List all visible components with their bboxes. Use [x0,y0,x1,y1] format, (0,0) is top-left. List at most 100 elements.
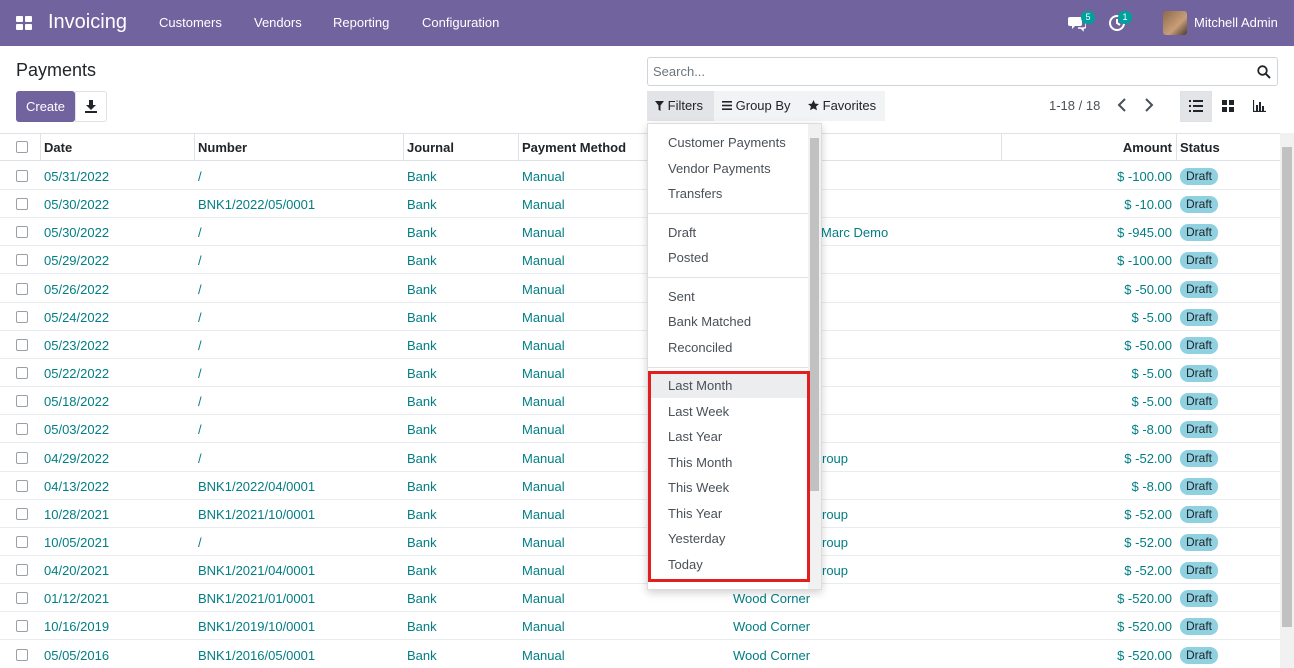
row-date[interactable]: 01/12/2021 [44,591,109,606]
row-number[interactable]: BNK1/2019/10/0001 [198,619,315,634]
table-row[interactable]: 05/05/2016 BNK1/2016/05/0001 Bank Manual Woo… [0,641,1280,668]
groupby-button[interactable]: Group By [714,91,800,121]
favorites-button[interactable]: Favorites [800,91,885,121]
row-journal[interactable]: Bank [407,282,437,297]
row-number[interactable]: / [198,422,202,437]
row-number[interactable]: BNK1/2021/01/0001 [198,591,315,606]
header-payment-method[interactable]: Payment Method [522,140,626,155]
row-amount[interactable]: $ -5.00 [1132,366,1172,381]
row-journal[interactable]: Bank [407,563,437,578]
row-checkbox[interactable] [16,507,28,520]
user-name[interactable]: Mitchell Admin [1194,15,1278,30]
row-payment-method[interactable]: Manual [522,619,565,634]
header-status[interactable]: Status [1180,140,1220,155]
row-date[interactable]: 04/20/2021 [44,563,109,578]
row-checkbox[interactable] [16,367,28,380]
row-partner[interactable]: Wood Corner [733,591,810,606]
row-date[interactable]: 05/30/2022 [44,197,109,212]
row-date[interactable]: 05/23/2022 [44,338,109,353]
row-date[interactable]: 05/29/2022 [44,253,109,268]
select-all-checkbox[interactable] [16,141,28,153]
row-amount[interactable]: $ -520.00 [1117,648,1172,663]
row-amount[interactable]: $ -52.00 [1124,451,1172,466]
filter-draft[interactable]: Draft [648,220,808,245]
pager-previous-icon[interactable] [1117,98,1127,112]
row-journal[interactable]: Bank [407,169,437,184]
graph-view-button[interactable] [1244,91,1276,122]
app-name[interactable]: Invoicing [48,11,127,34]
table-row[interactable]: 05/29/2022 / Bank Manual $ -100.00 Draft [0,246,1280,275]
row-payment-method[interactable]: Manual [522,366,565,381]
filter-bank-matched[interactable]: Bank Matched [648,309,808,334]
row-amount[interactable]: $ -5.00 [1132,394,1172,409]
row-journal[interactable]: Bank [407,535,437,550]
row-payment-method[interactable]: Manual [522,507,565,522]
row-journal[interactable]: Bank [407,366,437,381]
row-journal[interactable]: Bank [407,394,437,409]
row-journal[interactable]: Bank [407,591,437,606]
row-checkbox[interactable] [16,395,28,408]
row-number[interactable]: BNK1/2022/05/0001 [198,197,315,212]
filter-customer-payments[interactable]: Customer Payments [648,130,808,155]
row-payment-method[interactable]: Manual [522,253,565,268]
row-number[interactable]: BNK1/2021/10/0001 [198,507,315,522]
table-row[interactable]: 05/22/2022 / Bank Manual $ -5.00 Draft [0,359,1280,388]
row-partner[interactable]: Marc Demo [821,225,888,240]
row-payment-method[interactable]: Manual [522,197,565,212]
filters-button[interactable]: Filters [647,91,714,121]
user-avatar[interactable] [1163,11,1187,35]
row-checkbox[interactable] [16,310,28,323]
row-number[interactable]: / [198,310,202,325]
row-number[interactable]: / [198,338,202,353]
table-row[interactable]: 01/12/2021 BNK1/2021/01/0001 Bank Manual Woo… [0,584,1280,613]
row-partner[interactable]: Wood Corner [733,619,810,634]
row-checkbox[interactable] [16,170,28,182]
row-checkbox[interactable] [16,592,28,605]
apps-grid-icon[interactable] [16,16,32,30]
filter-reconciled[interactable]: Reconciled [648,335,808,360]
row-amount[interactable]: $ -10.00 [1124,197,1172,212]
table-row[interactable]: 05/24/2022 / Bank Manual $ -5.00 Draft [0,303,1280,331]
row-number[interactable]: / [198,253,202,268]
filter-last-month[interactable]: Last Month [648,373,808,398]
row-number[interactable]: / [198,451,202,466]
table-scrollbar[interactable] [1280,133,1294,668]
row-date[interactable]: 04/29/2022 [44,451,109,466]
row-checkbox[interactable] [16,451,28,464]
table-row[interactable]: 05/31/2022 / Bank Manual $ -100.00 Draft [0,162,1280,190]
row-number[interactable]: / [198,366,202,381]
list-view-button[interactable] [1180,91,1212,122]
row-date[interactable]: 05/18/2022 [44,394,109,409]
row-journal[interactable]: Bank [407,507,437,522]
row-checkbox[interactable] [16,535,28,548]
row-amount[interactable]: $ -52.00 [1124,563,1172,578]
row-number[interactable]: / [198,225,202,240]
row-number[interactable]: / [198,535,202,550]
filter-vendor-payments[interactable]: Vendor Payments [648,156,808,181]
row-payment-method[interactable]: Manual [522,422,565,437]
filter-last-year[interactable]: Last Year [648,424,808,449]
dropdown-scrollbar[interactable] [808,124,821,589]
row-checkbox[interactable] [16,479,28,492]
row-amount[interactable]: $ -945.00 [1117,225,1172,240]
dropdown-scrollbar-thumb[interactable] [810,138,819,491]
filter-today[interactable]: Today [648,552,808,577]
menu-vendors[interactable]: Vendors [254,15,302,30]
table-row[interactable]: 04/20/2021 BNK1/2021/04/0001 Bank Manual rou… [0,556,1280,585]
table-row[interactable]: 04/13/2022 BNK1/2022/04/0001 Bank Manual $ -… [0,472,1280,500]
filter-this-month[interactable]: This Month [648,450,808,475]
row-number[interactable]: / [198,282,202,297]
row-payment-method[interactable]: Manual [522,591,565,606]
filter-sent[interactable]: Sent [648,284,808,309]
kanban-view-button[interactable] [1212,91,1244,122]
filter-this-year[interactable]: This Year [648,501,808,526]
row-amount[interactable]: $ -5.00 [1132,310,1172,325]
menu-configuration[interactable]: Configuration [422,15,499,30]
row-journal[interactable]: Bank [407,253,437,268]
menu-customers[interactable]: Customers [159,15,222,30]
row-number[interactable]: BNK1/2016/05/0001 [198,648,315,663]
row-amount[interactable]: $ -52.00 [1124,507,1172,522]
filter-this-week[interactable]: This Week [648,475,808,500]
row-checkbox[interactable] [16,564,28,577]
row-amount[interactable]: $ -100.00 [1117,253,1172,268]
